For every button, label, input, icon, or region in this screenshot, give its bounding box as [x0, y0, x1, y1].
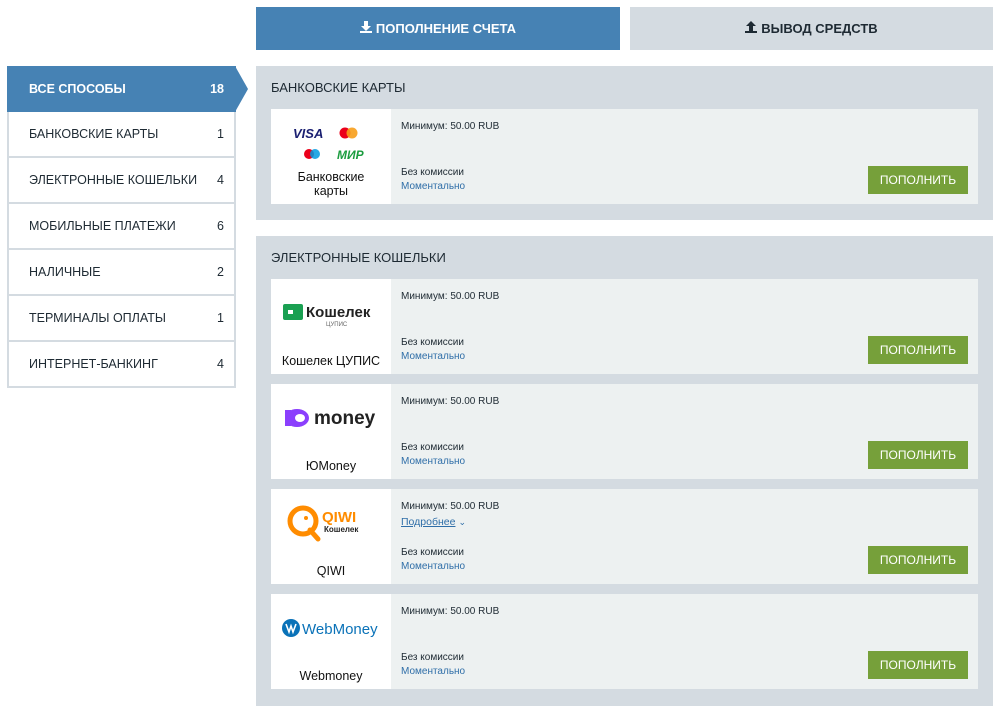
sidebar-item-mobile-payments[interactable]: МОБИЛЬНЫЕ ПЛАТЕЖИ 6 [7, 204, 236, 250]
section-title: ЭЛЕКТРОННЫЕ КОШЕЛЬКИ [271, 250, 446, 265]
more-details-link[interactable]: Подробнее ⌄ [401, 516, 466, 528]
payment-card-qiwi: QIWI Кошелек QIWI Минимум: 50.00 RUB Под… [271, 489, 978, 584]
payment-logo-panel: QIWI Кошелек QIWI [271, 489, 391, 584]
payment-details: Минимум: 50.00 RUB Подробнее ⌄ Без комисс… [391, 489, 978, 584]
more-details-label: Подробнее [401, 516, 456, 528]
fee-text: Без комиссии [401, 167, 464, 178]
min-amount: Минимум: 50.00 RUB [401, 606, 500, 617]
sidebar-item-label: ВСЕ СПОСОБЫ [29, 82, 126, 96]
sidebar-item-count: 1 [217, 311, 224, 325]
payment-name: ЮMoney [305, 459, 357, 473]
sidebar-item-internet-banking[interactable]: ИНТЕРНЕТ-БАНКИНГ 4 [7, 342, 236, 388]
svg-text:WebMoney: WebMoney [302, 621, 378, 638]
payment-details: Минимум: 50.00 RUB Без комиссии Моментал… [391, 279, 978, 374]
download-icon [359, 21, 372, 36]
sidebar-item-count: 1 [217, 127, 224, 141]
deposit-button[interactable]: ПОПОЛНИТЬ [868, 441, 968, 469]
deposit-button[interactable]: ПОПОЛНИТЬ [868, 336, 968, 364]
sidebar-item-label: БАНКОВСКИЕ КАРТЫ [29, 127, 159, 141]
deposit-button[interactable]: ПОПОЛНИТЬ [868, 651, 968, 679]
svg-text:Кошелек: Кошелек [306, 304, 371, 321]
sidebar-item-e-wallets[interactable]: ЭЛЕКТРОННЫЕ КОШЕЛЬКИ 4 [7, 158, 236, 204]
min-amount: Минимум: 50.00 RUB [401, 396, 500, 407]
sidebar: ВСЕ СПОСОБЫ 18 БАНКОВСКИЕ КАРТЫ 1 ЭЛЕКТР… [7, 66, 248, 388]
payment-details: Минимум: 50.00 RUB Без комиссии Моментал… [391, 384, 978, 479]
fee-text: Без комиссии [401, 337, 464, 348]
payment-details: Минимум: 50.00 RUB Без комиссии Моментал… [391, 109, 978, 204]
payment-card-cupis: Кошелек ЦУПИС Кошелек ЦУПИС Минимум: 50.… [271, 279, 978, 374]
deposit-button[interactable]: ПОПОЛНИТЬ [868, 166, 968, 194]
sidebar-item-label: МОБИЛЬНЫЕ ПЛАТЕЖИ [29, 219, 176, 233]
fee-text: Без комиссии [401, 547, 464, 558]
svg-text:Кошелек: Кошелек [324, 525, 359, 534]
tab-withdraw-label: ВЫВОД СРЕДСТВ [761, 21, 878, 36]
payment-name: Webmoney [299, 669, 363, 683]
deposit-button[interactable]: ПОПОЛНИТЬ [868, 546, 968, 574]
payment-name: Кошелек ЦУПИС [281, 354, 381, 368]
speed-text: Моментально [401, 351, 466, 362]
payment-card-webmoney: WebMoney Webmoney Минимум: 50.00 RUB Без… [271, 594, 978, 689]
sidebar-item-count: 4 [217, 357, 224, 371]
sidebar-item-label: ТЕРМИНАЛЫ ОПЛАТЫ [29, 311, 166, 325]
sidebar-item-label: ИНТЕРНЕТ-БАНКИНГ [29, 357, 158, 371]
payment-logo-panel: WebMoney Webmoney [271, 594, 391, 689]
tab-deposit-label: ПОПОЛНЕНИЕ СЧЕТА [375, 21, 517, 36]
speed-text: Моментально [401, 181, 466, 192]
payment-logo-panel: money ЮMoney [271, 384, 391, 479]
fee-text: Без комиссии [401, 652, 464, 663]
svg-text:QIWI: QIWI [322, 509, 356, 526]
payment-card-bank-cards: VISA МИР Банковские карты Минимум: 50.00… [271, 109, 978, 204]
mir-logo-text: МИР [337, 148, 365, 162]
qiwi-logo: QIWI Кошелек [286, 499, 376, 547]
visa-logo-text: VISA [293, 126, 323, 141]
payment-logo-panel: Кошелек ЦУПИС Кошелек ЦУПИС [271, 279, 391, 374]
speed-text: Моментально [401, 666, 466, 677]
yoomoney-logo: money [281, 394, 381, 442]
speed-text: Моментально [401, 561, 466, 572]
sidebar-item-count: 2 [217, 265, 224, 279]
payment-name: QIWI [316, 564, 346, 578]
min-amount: Минимум: 50.00 RUB [401, 121, 500, 132]
payment-name: Банковские карты [297, 170, 365, 198]
svg-text:ЦУПИС: ЦУПИС [326, 322, 348, 328]
section-e-wallets: ЭЛЕКТРОННЫЕ КОШЕЛЬКИ Кошелек ЦУПИС Кошел… [256, 236, 993, 706]
sidebar-item-count: 4 [217, 173, 224, 187]
tab-deposit[interactable]: ПОПОЛНЕНИЕ СЧЕТА [256, 7, 620, 50]
svg-text:money: money [314, 408, 376, 429]
sidebar-item-label: НАЛИЧНЫЕ [29, 265, 101, 279]
tab-withdraw[interactable]: ВЫВОД СРЕДСТВ [630, 7, 993, 50]
payment-logo-panel: VISA МИР Банковские карты [271, 109, 391, 204]
upload-icon [745, 21, 758, 36]
sidebar-item-label: ЭЛЕКТРОННЫЕ КОШЕЛЬКИ [29, 173, 198, 187]
chevron-down-icon: ⌄ [458, 517, 467, 527]
sidebar-item-cash[interactable]: НАЛИЧНЫЕ 2 [7, 250, 236, 296]
bank-cards-logo: VISA МИР [291, 119, 371, 167]
sidebar-item-bank-cards[interactable]: БАНКОВСКИЕ КАРТЫ 1 [7, 112, 236, 158]
sidebar-item-terminals[interactable]: ТЕРМИНАЛЫ ОПЛАТЫ 1 [7, 296, 236, 342]
section-title: БАНКОВСКИЕ КАРТЫ [271, 80, 406, 95]
min-amount: Минимум: 50.00 RUB [401, 291, 500, 302]
speed-text: Моментально [401, 456, 466, 467]
webmoney-logo: WebMoney [281, 604, 381, 652]
min-amount: Минимум: 50.00 RUB [401, 501, 500, 512]
payment-card-yoomoney: money ЮMoney Минимум: 50.00 RUB Без коми… [271, 384, 978, 479]
sidebar-item-count: 18 [210, 82, 224, 96]
sidebar-item-count: 6 [217, 219, 224, 233]
sidebar-item-all-methods[interactable]: ВСЕ СПОСОБЫ 18 [7, 66, 248, 112]
cupis-logo: Кошелек ЦУПИС [281, 289, 381, 337]
section-bank-cards: БАНКОВСКИЕ КАРТЫ VISA МИР Банковские кар… [256, 66, 993, 220]
payment-details: Минимум: 50.00 RUB Без комиссии Моментал… [391, 594, 978, 689]
fee-text: Без комиссии [401, 442, 464, 453]
